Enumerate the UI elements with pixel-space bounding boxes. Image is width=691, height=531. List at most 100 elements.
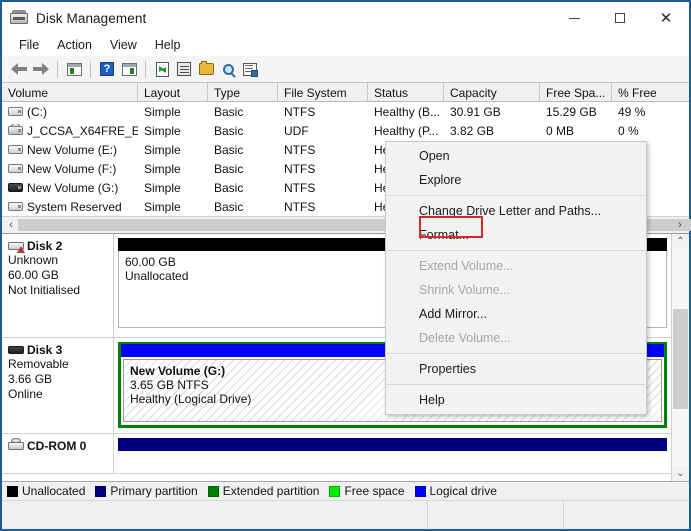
cell-type: Basic — [214, 180, 244, 195]
cell-status: Healthy (P... — [374, 123, 439, 138]
context-menu-separator — [387, 384, 645, 385]
legend-swatch — [95, 485, 107, 497]
maximize-button[interactable] — [597, 2, 643, 34]
volume-context-menu: Open Explore Change Drive Letter and Pat… — [385, 141, 647, 415]
partition-primary[interactable] — [118, 438, 667, 468]
column-header-volume[interactable]: Volume — [2, 83, 138, 101]
cell-type: Basic — [214, 199, 244, 214]
cell-type: Basic — [214, 142, 244, 157]
refresh-icon[interactable] — [151, 59, 173, 79]
partition-color-bar — [118, 438, 667, 451]
legend-swatch — [7, 485, 18, 497]
disk-info-cd-rom-0: CD-ROM 0 — [2, 434, 114, 473]
legend-swatch — [414, 485, 426, 497]
column-header-status[interactable]: Status — [368, 83, 444, 101]
legend-swatch — [207, 485, 219, 497]
context-menu-item-format[interactable]: Format... — [386, 223, 646, 247]
search-icon[interactable] — [217, 59, 239, 79]
disk-type: Removable — [8, 357, 69, 371]
disk-name: Disk 2 — [27, 239, 63, 253]
legend-item-unallocated: Unallocated — [7, 484, 85, 498]
context-menu-separator — [387, 195, 645, 196]
context-menu-item-add-mirror[interactable]: Add Mirror... — [386, 302, 646, 326]
cell-volume: New Volume (F:) — [27, 161, 117, 176]
window-controls: ✕ — [551, 2, 689, 34]
cell-type: Basic — [214, 104, 244, 119]
cell-layout: Simple — [144, 161, 181, 176]
context-menu-item-change-drive-letter[interactable]: Change Drive Letter and Paths... — [386, 199, 646, 223]
cell-volume: System Reserved — [27, 199, 122, 214]
cell-layout: Simple — [144, 180, 181, 195]
column-header-file-system[interactable]: File System — [278, 83, 368, 101]
cell-free-space: 0 MB — [546, 123, 575, 138]
toolbar: ? — [2, 56, 689, 83]
cell-volume: (C:) — [27, 104, 47, 119]
cell-file-system: UDF — [284, 123, 309, 138]
scrollbar-track[interactable] — [672, 249, 689, 466]
menu-item-view[interactable]: View — [101, 36, 146, 54]
column-header-percent-free[interactable]: % Free — [612, 83, 689, 101]
disk-view-vertical-scrollbar[interactable]: ⌃ ⌄ — [671, 234, 689, 481]
partition-legend: Unallocated Primary partition Extended p… — [2, 481, 689, 500]
menu-item-help[interactable]: Help — [146, 36, 190, 54]
column-header-capacity[interactable]: Capacity — [444, 83, 540, 101]
toolbar-separator — [145, 60, 146, 78]
table-row[interactable]: (C:) Simple Basic NTFS Healthy (B... 30.… — [2, 102, 689, 121]
open-folder-icon[interactable] — [195, 59, 217, 79]
cell-file-system: NTFS — [284, 180, 316, 195]
disk-name: CD-ROM 0 — [27, 439, 87, 453]
status-pane-tertiary — [564, 501, 689, 529]
cell-file-system: NTFS — [284, 199, 316, 214]
cell-capacity: 3.82 GB — [450, 123, 495, 138]
scroll-down-button[interactable]: ⌄ — [672, 466, 689, 481]
cd-rom-icon — [8, 438, 24, 451]
status-pane-secondary — [428, 501, 564, 529]
column-header-layout[interactable]: Layout — [138, 83, 208, 101]
show-hide-console-tree-icon[interactable] — [63, 59, 85, 79]
disk-drive-icon — [10, 10, 28, 26]
cell-volume: New Volume (E:) — [27, 142, 118, 157]
menu-item-file[interactable]: File — [10, 36, 48, 54]
disk-row-cd-rom-0[interactable]: CD-ROM 0 — [2, 434, 671, 474]
column-header-type[interactable]: Type — [208, 83, 278, 101]
cell-free-space: 15.29 GB — [546, 104, 597, 119]
minimize-button[interactable] — [551, 2, 597, 34]
context-menu-separator — [387, 353, 645, 354]
scroll-up-button[interactable]: ⌃ — [672, 234, 689, 249]
scroll-left-button[interactable]: ‹ — [4, 218, 18, 233]
context-menu-item-open[interactable]: Open — [386, 144, 646, 168]
scrollbar-thumb[interactable] — [673, 309, 688, 409]
column-header-free-space[interactable]: Free Spa... — [540, 83, 612, 101]
legend-label: Primary partition — [110, 484, 198, 498]
settings-icon[interactable] — [239, 59, 261, 79]
legend-item-free-space: Free space — [329, 484, 405, 498]
drive-icon — [8, 144, 23, 155]
context-menu-item-help[interactable]: Help — [386, 388, 646, 412]
disk-name: Disk 3 — [27, 343, 63, 357]
help-icon[interactable]: ? — [96, 59, 118, 79]
context-menu-separator — [387, 250, 645, 251]
properties-icon[interactable] — [173, 59, 195, 79]
context-menu-item-delete-volume: Delete Volume... — [419, 331, 511, 345]
cell-percent-free: 49 % — [618, 104, 646, 119]
disk-management-window: Disk Management ✕ File Action View Help … — [0, 0, 691, 531]
legend-item-logical-drive: Logical drive — [414, 484, 497, 498]
cell-layout: Simple — [144, 123, 181, 138]
legend-swatch — [329, 485, 341, 497]
context-menu-item-properties[interactable]: Properties — [386, 357, 646, 381]
table-row[interactable]: J_CCSA_X64FRE_E... Simple Basic UDF Heal… — [2, 121, 689, 140]
context-menu-item-explore[interactable]: Explore — [386, 168, 646, 192]
show-hide-action-pane-icon[interactable] — [118, 59, 140, 79]
legend-label: Free space — [344, 484, 405, 498]
drive-icon — [8, 163, 23, 174]
back-arrow-icon[interactable] — [8, 59, 30, 79]
toolbar-separator — [90, 60, 91, 78]
menu-item-action[interactable]: Action — [48, 36, 101, 54]
legend-item-extended-partition: Extended partition — [207, 484, 319, 498]
scroll-right-button[interactable]: › — [673, 218, 687, 233]
forward-arrow-icon[interactable] — [30, 59, 52, 79]
close-button[interactable]: ✕ — [643, 2, 689, 34]
cell-file-system: NTFS — [284, 161, 316, 176]
disk-partitions-cd-rom-0 — [114, 434, 671, 473]
context-menu-item-shrink-volume: Shrink Volume... — [419, 283, 511, 297]
